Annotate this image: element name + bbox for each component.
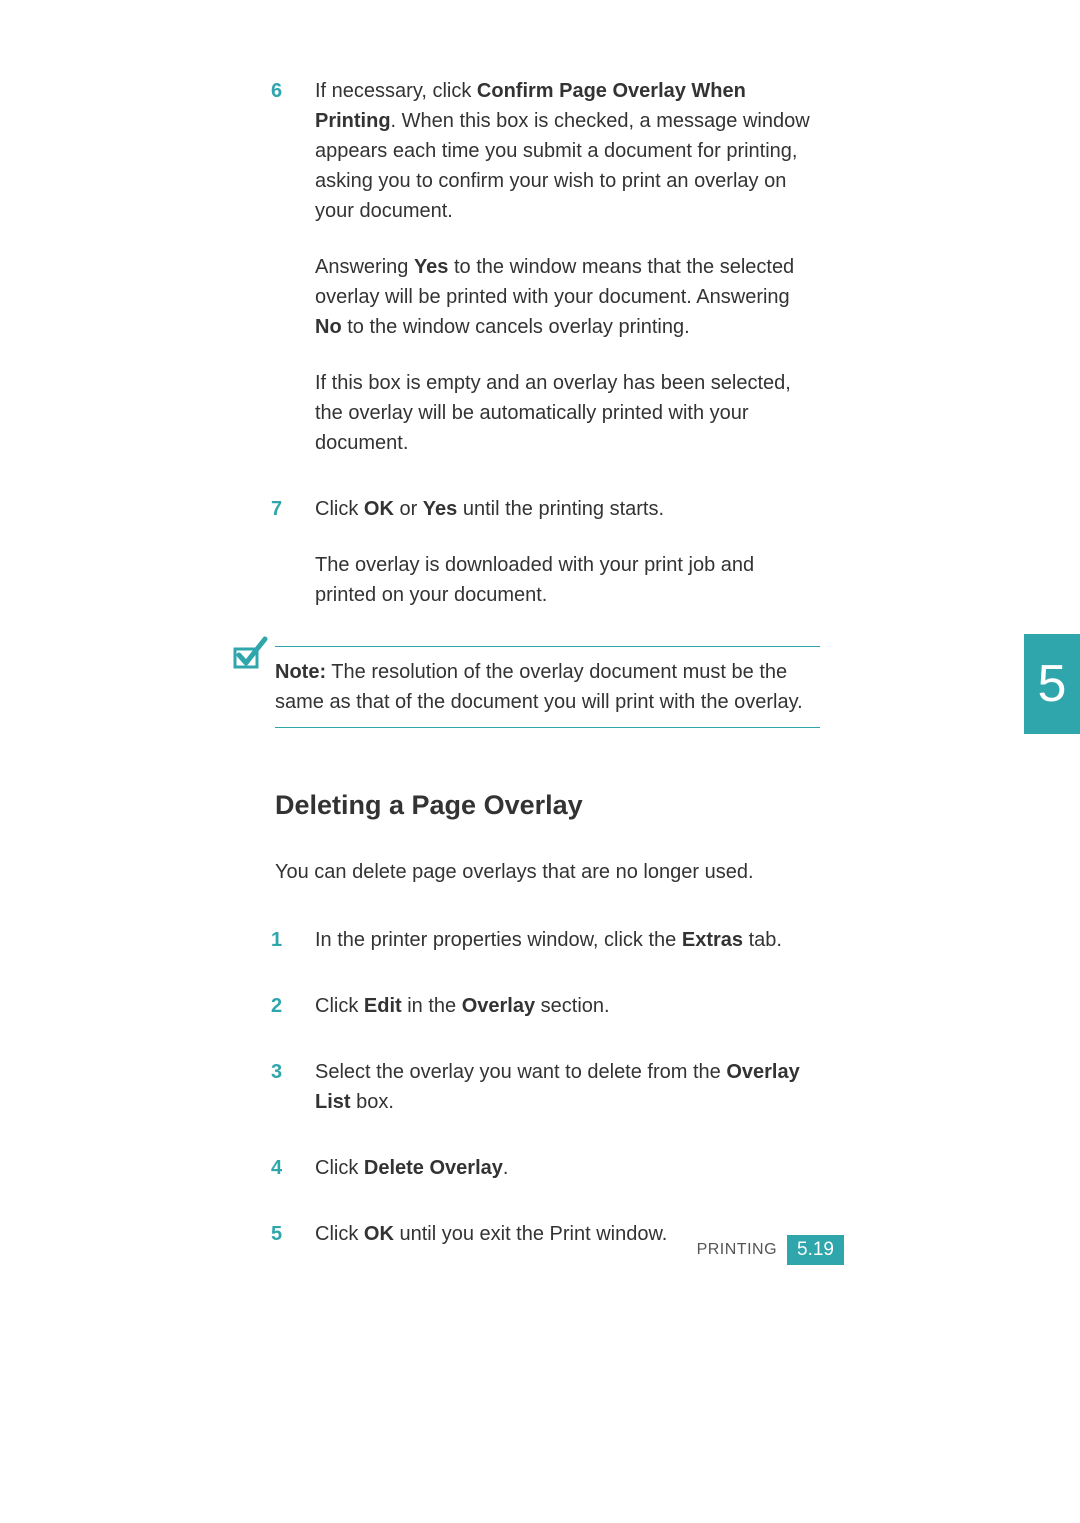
text: until the printing starts. bbox=[457, 498, 664, 520]
step-4: 4 Click Delete Overlay. bbox=[275, 1153, 820, 1183]
step-1: 1 In the printer properties window, clic… bbox=[275, 925, 820, 955]
step-6-para-3: If this box is empty and an overlay has … bbox=[315, 368, 820, 458]
note-block: Note: The resolution of the overlay docu… bbox=[275, 646, 820, 728]
footer-section-label: PRINTING bbox=[697, 1241, 777, 1259]
bold-text: Edit bbox=[364, 995, 402, 1017]
bold-text: Extras bbox=[682, 929, 743, 951]
text: in the bbox=[402, 995, 462, 1017]
step-3: 3 Select the overlay you want to delete … bbox=[275, 1057, 820, 1117]
step-number: 2 bbox=[271, 991, 282, 1021]
step-number: 7 bbox=[271, 494, 282, 524]
text: Select the overlay you want to delete fr… bbox=[315, 1061, 726, 1083]
text: If necessary, click bbox=[315, 80, 477, 102]
footer-page-number: 5.19 bbox=[787, 1235, 844, 1265]
bold-text: Overlay bbox=[462, 995, 535, 1017]
page-content: 6 If necessary, click Confirm Page Overl… bbox=[275, 76, 820, 1285]
text: section. bbox=[535, 995, 609, 1017]
bold-text: OK bbox=[364, 498, 394, 520]
text: Click bbox=[315, 995, 364, 1017]
text: Click bbox=[315, 1223, 364, 1245]
step-7: 7 Click OK or Yes until the printing sta… bbox=[275, 494, 820, 610]
text: In the printer properties window, click … bbox=[315, 929, 682, 951]
checkmark-icon bbox=[229, 633, 269, 673]
text: tab. bbox=[743, 929, 782, 951]
step-number: 6 bbox=[271, 76, 282, 106]
text: . bbox=[503, 1157, 509, 1179]
step-number: 1 bbox=[271, 925, 282, 955]
text: to the window cancels overlay printing. bbox=[342, 316, 690, 338]
text: box. bbox=[351, 1091, 394, 1113]
section-heading: Deleting a Page Overlay bbox=[275, 790, 820, 821]
step-2: 2 Click Edit in the Overlay section. bbox=[275, 991, 820, 1021]
step-7-para-1: Click OK or Yes until the printing start… bbox=[315, 494, 820, 524]
chapter-tab: 5 bbox=[1024, 634, 1080, 734]
text: Answering bbox=[315, 256, 414, 278]
step-7-para-2: The overlay is downloaded with your prin… bbox=[315, 550, 820, 610]
bold-text: Yes bbox=[414, 256, 448, 278]
step-6-para-2: Answering Yes to the window means that t… bbox=[315, 252, 820, 342]
text: until you exit the Print window. bbox=[394, 1223, 667, 1245]
bold-text: No bbox=[315, 316, 342, 338]
note-text: The resolution of the overlay document m… bbox=[275, 661, 803, 713]
step-6: 6 If necessary, click Confirm Page Overl… bbox=[275, 76, 820, 458]
step-6-para-1: If necessary, click Confirm Page Overlay… bbox=[315, 76, 820, 226]
step-number: 3 bbox=[271, 1057, 282, 1087]
bold-text: OK bbox=[364, 1223, 394, 1245]
text: Click bbox=[315, 498, 364, 520]
bold-text: Delete Overlay bbox=[364, 1157, 503, 1179]
step-number: 5 bbox=[271, 1219, 282, 1249]
chapter-number: 5 bbox=[1038, 654, 1067, 714]
step-number: 4 bbox=[271, 1153, 282, 1183]
bold-text: Yes bbox=[423, 498, 457, 520]
document-page: 6 If necessary, click Confirm Page Overl… bbox=[0, 0, 1080, 1523]
text: or bbox=[394, 498, 423, 520]
note-label: Note: bbox=[275, 661, 326, 683]
section-intro: You can delete page overlays that are no… bbox=[275, 857, 820, 887]
page-footer: PRINTING 5.19 bbox=[697, 1235, 844, 1265]
text: Click bbox=[315, 1157, 364, 1179]
